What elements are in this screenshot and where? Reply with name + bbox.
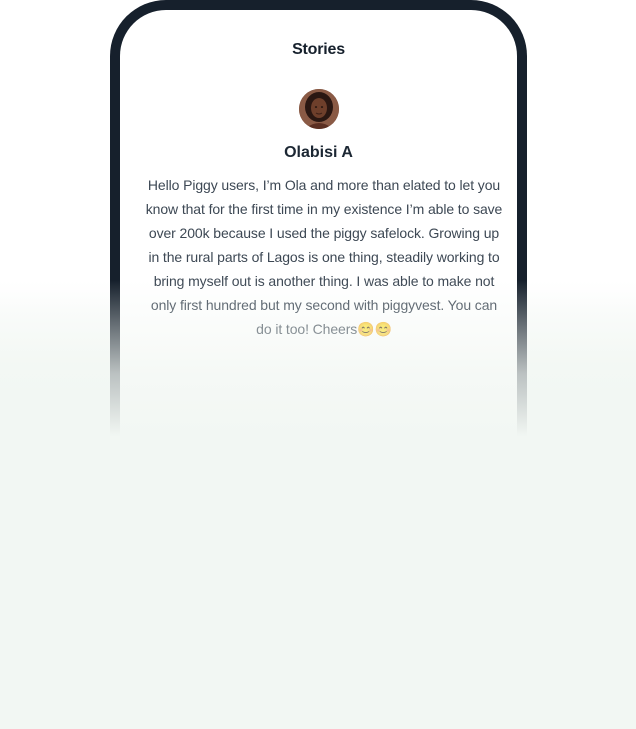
author-avatar (299, 89, 339, 129)
screen-title: Stories (292, 41, 345, 58)
avatar-image (299, 89, 339, 129)
author-name: Olabisi A (284, 144, 353, 161)
phone-screen: Stories Olabisi A Hello Piggy users, I’m… (120, 10, 517, 440)
phone-frame: Stories Olabisi A Hello Piggy users, I’m… (110, 0, 527, 440)
story-text: Hello Piggy users, I’m Ola and more than… (145, 177, 503, 337)
